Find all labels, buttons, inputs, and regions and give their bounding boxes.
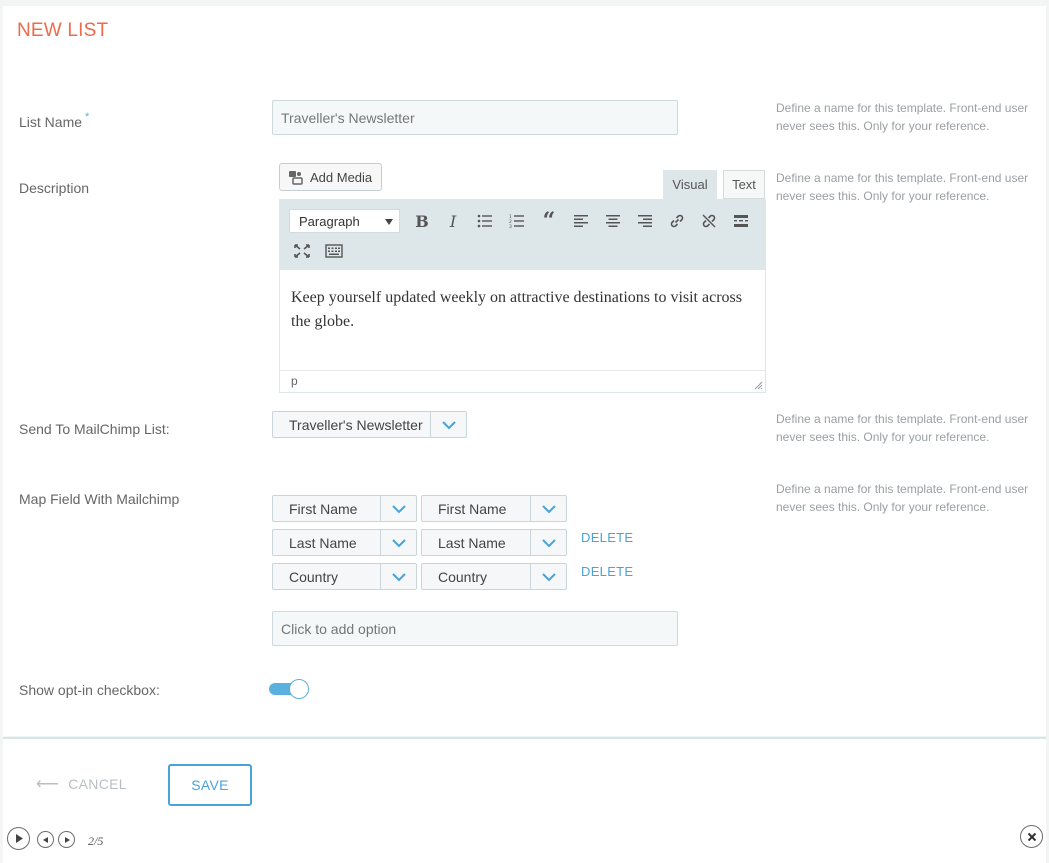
chevron-down-icon xyxy=(385,219,393,225)
tab-visual[interactable]: Visual xyxy=(663,170,717,199)
map-field-left-value: Last Name xyxy=(289,534,357,551)
description-label: Description xyxy=(19,180,90,196)
align-center-icon[interactable] xyxy=(600,208,626,234)
link-icon[interactable] xyxy=(664,208,690,234)
resize-handle-icon[interactable] xyxy=(753,380,763,390)
cancel-label: CANCEL xyxy=(68,776,127,792)
play-icon[interactable] xyxy=(7,827,30,850)
page-title: NEW LIST xyxy=(17,20,109,41)
format-select-value: Paragraph xyxy=(299,213,360,229)
opt-in-label: Show opt-in checkbox: xyxy=(19,682,160,698)
arrow-left-icon: ⟵ xyxy=(36,776,60,793)
editor-toolbar: Paragraph B I 123 “ xyxy=(280,200,765,270)
format-select[interactable]: Paragraph xyxy=(289,209,400,233)
map-field-left-select[interactable]: Country xyxy=(272,563,417,590)
playback-bar xyxy=(3,821,1046,863)
toggle-knob xyxy=(289,679,309,699)
map-field-left-select[interactable]: Last Name xyxy=(272,529,417,556)
description-hint: Define a name for this template. Front-e… xyxy=(776,171,1029,203)
chevron-down-icon xyxy=(380,496,416,521)
bold-icon[interactable]: B xyxy=(409,208,435,234)
description-editor: Paragraph B I 123 “ Keep yourself update… xyxy=(279,199,766,393)
blockquote-icon[interactable]: “ xyxy=(536,208,562,234)
map-field-right-value: Last Name xyxy=(438,534,506,551)
map-field-right-select[interactable]: Last Name xyxy=(421,529,567,556)
numbered-list-icon[interactable]: 123 xyxy=(504,208,530,234)
page-indicator: 2/5 xyxy=(88,834,104,848)
save-button[interactable]: SAVE xyxy=(168,764,252,806)
add-option-input[interactable] xyxy=(272,611,678,646)
map-field-right-select[interactable]: First Name xyxy=(421,495,567,522)
toolbar-toggle-icon[interactable] xyxy=(321,238,347,264)
form-footer xyxy=(3,737,1046,821)
map-field-right-value: First Name xyxy=(438,500,507,517)
delete-mapping-link[interactable]: DELETE xyxy=(581,564,633,579)
chevron-down-icon xyxy=(380,530,416,555)
map-field-left-select[interactable]: First Name xyxy=(272,495,417,522)
chevron-down-icon xyxy=(380,564,416,589)
chevron-down-icon xyxy=(530,530,566,555)
map-field-right-value: Country xyxy=(438,568,488,585)
map-field-right-select[interactable]: Country xyxy=(421,563,567,590)
previous-icon[interactable] xyxy=(37,831,54,848)
list-name-input[interactable] xyxy=(272,100,678,135)
tab-text[interactable]: Text xyxy=(723,170,765,199)
opt-in-toggle[interactable] xyxy=(269,679,311,701)
mailchimp-list-select[interactable]: Traveller's Newsletter xyxy=(272,411,467,438)
mailchimp-list-value: Traveller's Newsletter xyxy=(289,416,423,433)
required-mark: * xyxy=(85,111,90,123)
list-name-label: List Name * xyxy=(19,111,90,130)
editor-status-bar: p xyxy=(280,370,765,392)
close-icon[interactable] xyxy=(1020,825,1043,848)
add-media-icon xyxy=(289,171,303,185)
map-field-hint: Define a name for this template. Front-e… xyxy=(776,482,1029,514)
read-more-icon[interactable] xyxy=(728,208,754,234)
send-to-label: Send To MailChimp List: xyxy=(19,421,170,437)
chevron-down-icon xyxy=(530,496,566,521)
bullet-list-icon[interactable] xyxy=(472,208,498,234)
unlink-icon[interactable] xyxy=(696,208,722,234)
map-field-label: Map Field With Mailchimp xyxy=(19,491,180,507)
align-left-icon[interactable] xyxy=(568,208,594,234)
list-name-hint: Define a name for this template. Front-e… xyxy=(776,101,1029,133)
fullscreen-icon[interactable] xyxy=(289,238,315,264)
add-media-label: Add Media xyxy=(310,169,373,185)
map-field-left-value: Country xyxy=(289,568,339,585)
italic-icon[interactable]: I xyxy=(440,208,466,234)
map-field-left-value: First Name xyxy=(289,500,358,517)
chevron-down-icon xyxy=(530,564,566,589)
chevron-down-icon xyxy=(430,412,466,437)
element-path: p xyxy=(291,374,298,388)
cancel-button[interactable]: ⟵ CANCEL xyxy=(36,774,127,794)
next-icon[interactable] xyxy=(58,831,75,848)
add-media-button[interactable]: Add Media xyxy=(279,163,382,191)
align-right-icon[interactable] xyxy=(632,208,658,234)
send-to-hint: Define a name for this template. Front-e… xyxy=(776,412,1029,444)
editor-content[interactable]: Keep yourself updated weekly on attracti… xyxy=(291,286,746,334)
svg-text:3: 3 xyxy=(509,224,512,228)
delete-mapping-link[interactable]: DELETE xyxy=(581,530,633,545)
